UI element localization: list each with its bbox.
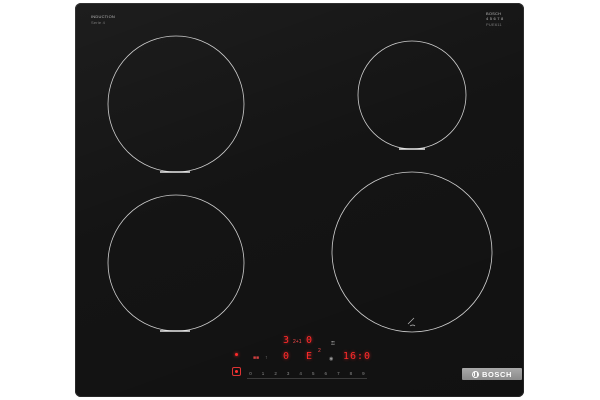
front-right-zone[interactable] (331, 171, 493, 333)
rating-scale-label: 4 5 6 7 8 (486, 16, 504, 21)
slider-step-7[interactable]: 7 (335, 371, 342, 376)
slider-step-5[interactable]: 5 (310, 371, 317, 376)
child-lock-icon[interactable]: ⚿ (331, 341, 335, 347)
boost-icon[interactable]: ↑ (265, 355, 268, 361)
series-label: Serie 4 (91, 20, 106, 25)
slider-step-2[interactable]: 2 (272, 371, 279, 376)
slider-track (247, 378, 367, 379)
slider-step-0[interactable]: 0 (247, 371, 254, 376)
front-left-select-icon[interactable]: ■■ (253, 355, 259, 361)
front-right-sub-label: 2 (318, 348, 321, 354)
rear-right-zone[interactable] (357, 40, 467, 150)
rear-right-level-display: 0 (306, 335, 314, 346)
brand-plate: BOSCH (462, 368, 522, 380)
power-on-indicator (235, 353, 238, 356)
rear-left-sub-label: 2+1 (293, 339, 302, 345)
rear-left-level-display: 3 (283, 335, 291, 346)
power-icon[interactable] (232, 367, 241, 376)
slider-step-9[interactable]: 9 (360, 371, 367, 376)
front-left-zone[interactable] (107, 194, 245, 332)
front-left-level-display: 0 (283, 351, 291, 362)
bosch-logo-icon (471, 370, 479, 378)
slider-step-6[interactable]: 6 (322, 371, 329, 376)
cooking-zones (107, 35, 493, 333)
brand-name: BOSCH (481, 369, 513, 379)
slider-step-8[interactable]: 8 (347, 371, 354, 376)
model-code-label: PUE611 (486, 22, 502, 27)
cooktop-glass-surface: INDUCTION Serie 4 BOSCH 4 5 6 7 8 PUE611… (75, 3, 524, 397)
induction-label: INDUCTION (91, 14, 116, 19)
rear-left-zone[interactable] (107, 35, 245, 173)
slider-step-1[interactable]: 1 (260, 371, 267, 376)
timer-display: 16:0 (343, 351, 372, 362)
front-right-level-display: E (306, 351, 314, 362)
timer-icon[interactable]: ◉ (329, 356, 333, 362)
slider-step-3[interactable]: 3 (285, 371, 292, 376)
slider-step-4[interactable]: 4 (297, 371, 304, 376)
pan-detect-icon (407, 317, 416, 327)
power-level-slider[interactable]: 0 1 2 3 4 5 6 7 8 9 (247, 369, 367, 377)
